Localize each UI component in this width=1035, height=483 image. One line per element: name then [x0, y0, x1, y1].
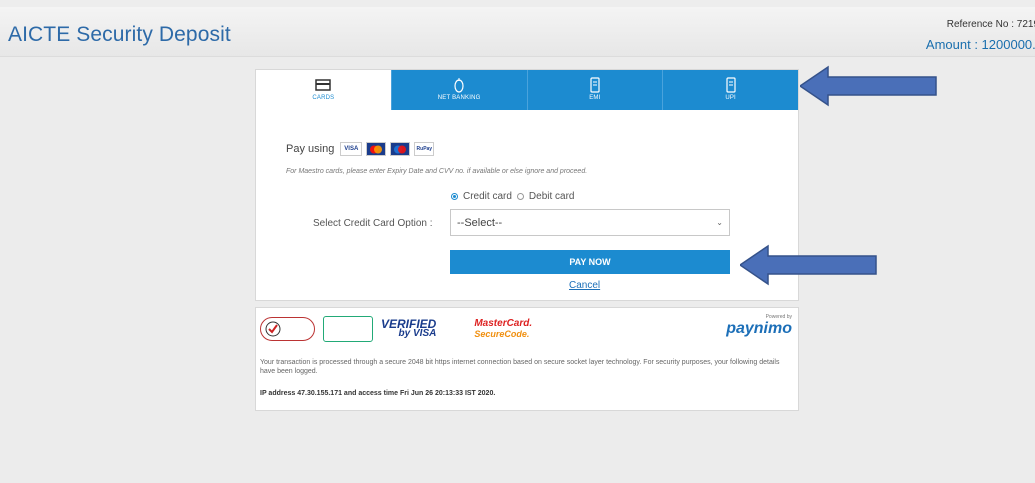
mastercard-bottom-text: SecureCode. — [474, 329, 530, 339]
arrow-annotation-paynow — [740, 244, 877, 286]
tab-cards[interactable]: CARDS — [256, 70, 391, 110]
security-fine-print: Your transaction is processed through a … — [260, 359, 780, 375]
visa-logo: VISA — [340, 142, 363, 156]
rupay-logo: RuPay — [414, 142, 435, 156]
debit-card-label: Debit card — [528, 191, 575, 202]
tab-emi[interactable]: EMI — [526, 70, 663, 110]
security-footer: VERIFIED by VISA MasterCard. SecureCode.… — [255, 307, 799, 411]
mastercard-securecode-logo: MasterCard. SecureCode. — [474, 318, 533, 340]
select-value: --Select-- — [457, 217, 503, 229]
payment-card: CARDS NET BANKING EMI UPI Pay using VISA… — [255, 69, 799, 301]
page-title: AICTE Security Deposit — [8, 23, 231, 46]
payment-tabs: CARDS NET BANKING EMI UPI — [256, 70, 798, 110]
tab-upi-label: UPI — [725, 95, 736, 101]
bank-icon — [454, 78, 464, 93]
security-seals: VERIFIED by VISA MasterCard. SecureCode. — [260, 316, 532, 342]
cancel-link[interactable]: Cancel — [569, 280, 600, 291]
maestro-logo — [390, 142, 411, 156]
verisign-seal — [260, 317, 315, 341]
credit-card-label: Credit card — [463, 191, 512, 202]
credit-card-option-select[interactable]: --Select-- ⌄ — [450, 209, 730, 236]
card-type-radios: Credit card Debit card — [451, 191, 574, 202]
phone-icon — [590, 77, 600, 93]
chevron-down-icon: ⌄ — [716, 218, 723, 227]
header-bar: AICTE Security Deposit Reference No : 72… — [0, 7, 1035, 57]
amount-display: Amount : 1200000.0 — [925, 37, 1035, 52]
tab-net-banking[interactable]: NET BANKING — [390, 70, 527, 110]
reference-number: Reference No : 7219 — [946, 19, 1035, 30]
credit-card-radio[interactable] — [451, 193, 458, 200]
tab-net-banking-label: NET BANKING — [437, 95, 481, 101]
pay-now-button[interactable]: PAY NOW — [450, 250, 730, 274]
pay-using-row: Pay using VISA RuPay — [286, 142, 435, 156]
paynimo-logo: paynimo — [726, 320, 792, 337]
tab-upi[interactable]: UPI — [662, 70, 798, 110]
tab-cards-label: CARDS — [312, 95, 335, 101]
maestro-note: For Maestro cards, please enter Expiry D… — [286, 168, 588, 175]
pay-using-label: Pay using — [286, 143, 335, 155]
card-icon — [315, 79, 332, 91]
powered-by-paynimo: Powered by paynimo — [726, 314, 792, 338]
ip-address-line: IP address 47.30.155.171 and access time… — [260, 390, 496, 397]
mastercard-logo — [366, 142, 387, 156]
phone-icon — [726, 77, 736, 93]
select-credit-card-label: Select Credit Card Option : — [313, 218, 433, 229]
arrow-annotation-upi — [800, 65, 937, 107]
debit-card-radio[interactable] — [516, 193, 524, 200]
tab-emi-label: EMI — [589, 95, 601, 101]
mastercard-top-text: MasterCard. — [474, 318, 533, 329]
verified-by-visa-logo: VERIFIED by VISA — [381, 318, 436, 339]
securetrust-seal — [323, 316, 373, 342]
